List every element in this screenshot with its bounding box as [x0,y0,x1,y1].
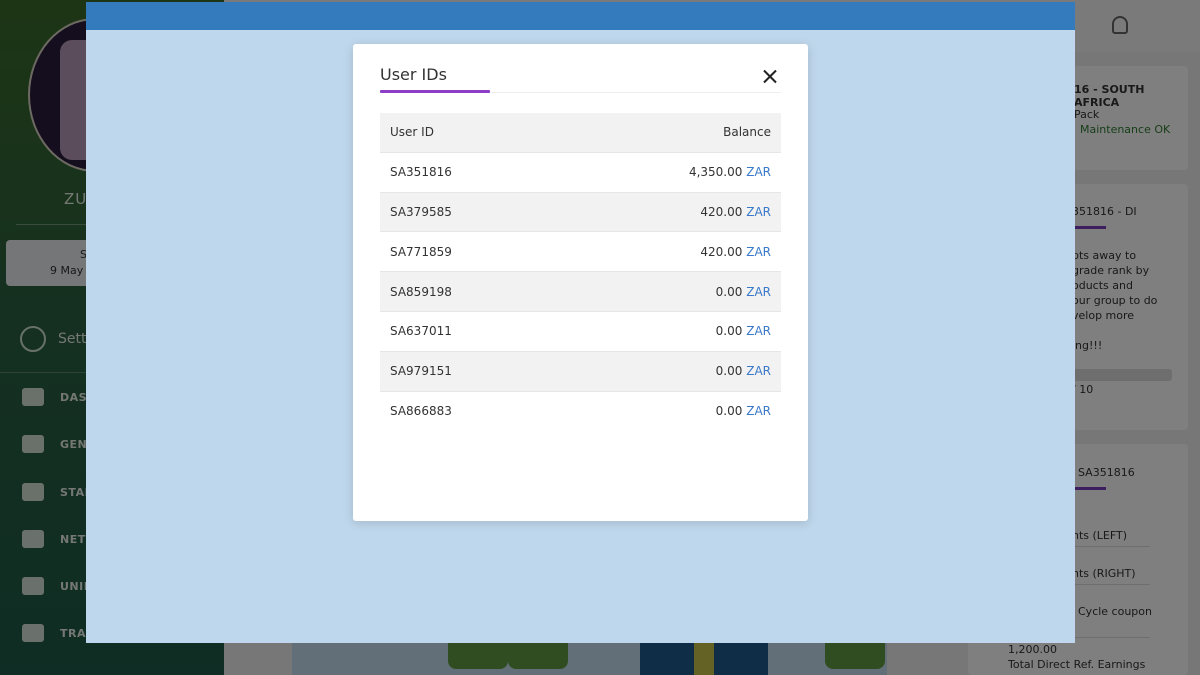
balance-value: 4,350.00 [688,165,743,180]
close-icon[interactable] [759,66,781,88]
currency-label: ZAR [746,324,771,339]
user-id-cell: SA866883 [390,403,452,418]
title-underline [380,90,490,93]
balance-value: 0.00 [715,364,743,379]
balance-value: 420.00 [700,244,743,259]
table-row[interactable]: SA351816 4,350.00 ZAR [380,152,781,193]
column-header-balance: Balance [558,113,781,153]
table-row[interactable]: SA379585 420.00 ZAR [380,192,781,233]
dialog-title: User IDs [380,65,447,84]
user-id-cell: SA859198 [380,271,559,312]
user-id-cell: SA379585 [380,192,559,233]
balance-value: 420.00 [700,204,743,219]
table-row[interactable]: SA637011 0.00 ZAR [380,311,781,352]
table-row[interactable]: SA866883 0.00 ZAR [380,391,781,430]
user-ids-dialog: User IDs User ID Balance SA351816 4,350.… [353,44,808,521]
balance-cell: 0.00 ZAR [558,391,781,430]
table-row[interactable]: SA771859 420.00 ZAR [380,231,781,273]
balance-cell: 0.00 ZAR [558,351,781,392]
outer-modal-header [86,2,1075,30]
user-id-cell: SA351816 [380,152,559,193]
table-header-row: User ID Balance [380,113,781,153]
balance-cell: 0.00 ZAR [558,311,781,352]
user-id-cell: SA771859 [380,231,559,273]
table-row[interactable]: SA859198 0.00 ZAR [380,271,781,312]
user-id-cell: SA979151 [380,351,559,392]
balance-cell: 4,350.00 ZAR [558,152,781,193]
balance-value: 0.00 [715,284,743,299]
column-header-user-id: User ID [380,113,559,153]
balance-cell: 420.00 ZAR [558,192,781,233]
currency-label: ZAR [746,204,771,219]
currency-label: ZAR [746,244,771,259]
table-row[interactable]: SA979151 0.00 ZAR [380,351,781,392]
balance-value: 0.00 [715,403,743,418]
currency-label: ZAR [746,403,771,418]
currency-label: ZAR [746,284,771,299]
user-id-cell: SA637011 [380,311,559,352]
user-ids-table: User ID Balance SA351816 4,350.00 ZAR SA… [380,113,781,430]
balance-value: 0.00 [715,324,743,339]
balance-cell: 0.00 ZAR [558,271,781,312]
currency-label: ZAR [746,165,771,180]
currency-label: ZAR [746,364,771,379]
balance-cell: 420.00 ZAR [558,231,781,273]
